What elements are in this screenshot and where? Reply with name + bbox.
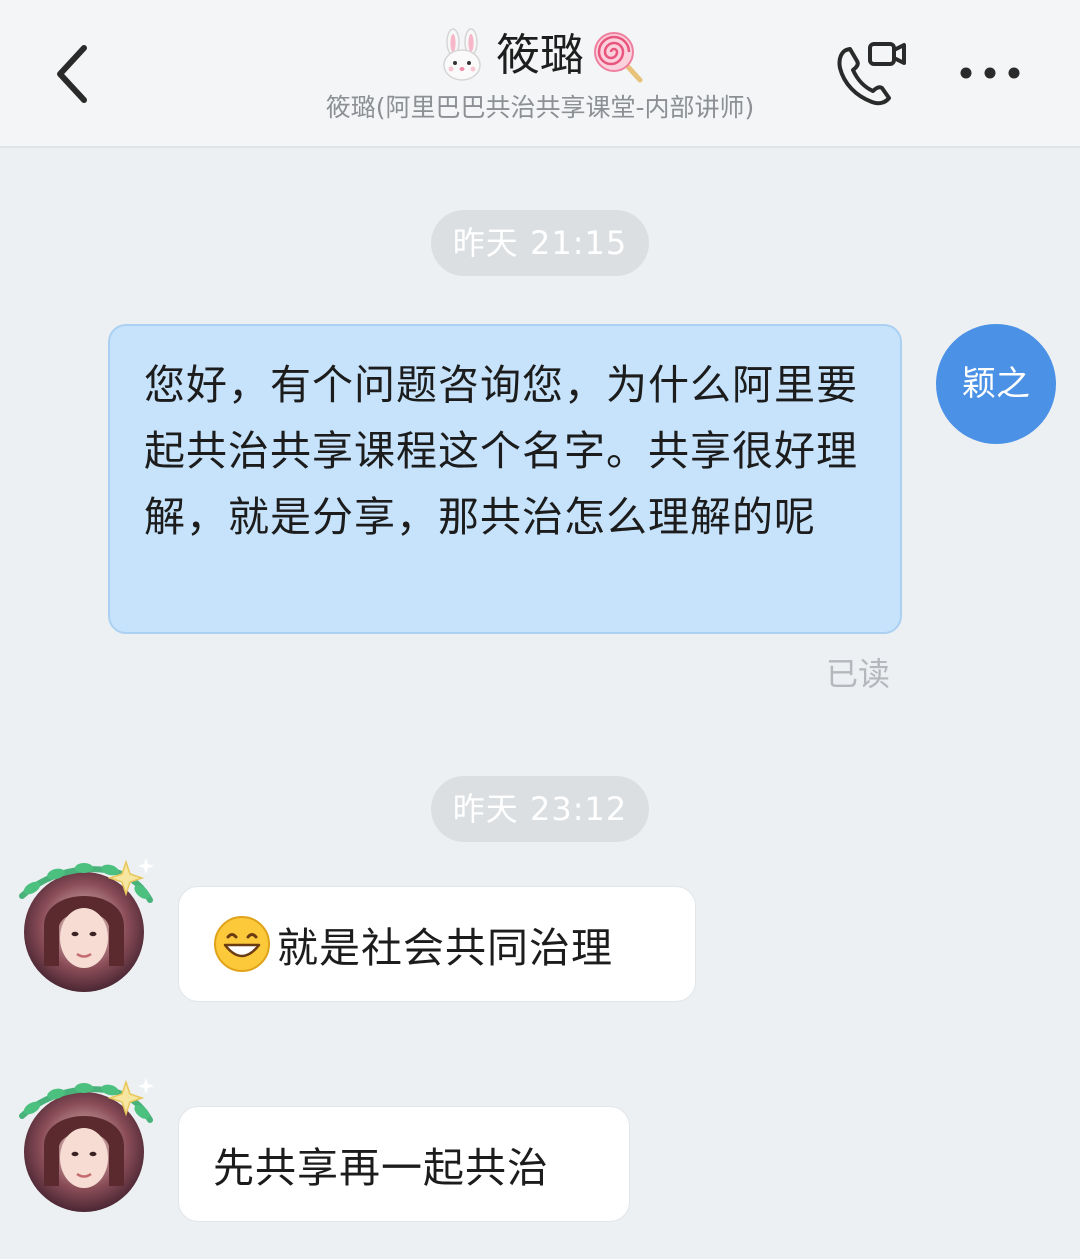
- contact-avatar[interactable]: [14, 1076, 154, 1216]
- bunny-face-icon: [443, 28, 481, 81]
- call-button[interactable]: [832, 36, 912, 112]
- message-text: 就是社会共同治理: [277, 924, 613, 972]
- contact-avatar[interactable]: [14, 856, 154, 996]
- lollipop-icon: [594, 32, 643, 83]
- grinning-face-icon: [214, 916, 270, 972]
- read-status: 已读: [825, 655, 890, 693]
- message-text: 先共享再一起共治: [213, 1144, 549, 1192]
- incoming-message-bubble[interactable]: 先共享再一起共治: [178, 1106, 630, 1222]
- self-avatar[interactable]: 颖之: [936, 324, 1056, 444]
- chat-title: 筱璐: [0, 24, 1080, 88]
- contact-subtitle: 筱璐(阿里巴巴共治共享课堂-内部讲师): [325, 93, 755, 122]
- chat-screen: 筱璐 筱璐(阿里巴巴共治共享课堂-内部讲师) 昨天 21:15 您好，有个问题咨…: [0, 0, 1080, 1259]
- chat-header: 筱璐 筱璐(阿里巴巴共治共享课堂-内部讲师): [0, 0, 1080, 148]
- contact-photo-avatar: [19, 858, 154, 992]
- more-button[interactable]: [950, 50, 1030, 96]
- timestamp: 昨天 21:15: [431, 210, 649, 276]
- timestamp: 昨天 23:12: [431, 776, 649, 842]
- outgoing-message-bubble[interactable]: 您好，有个问题咨询您，为什么阿里要起共治共享课程这个名字。共享很好理解，就是分享…: [108, 324, 902, 634]
- more-horizontal-icon: [960, 67, 1020, 79]
- contact-name: 筱璐: [496, 30, 584, 81]
- contact-photo-avatar: [19, 1078, 154, 1212]
- phone-video-call-icon: [837, 42, 906, 106]
- incoming-message-bubble[interactable]: 就是社会共同治理: [178, 886, 696, 1002]
